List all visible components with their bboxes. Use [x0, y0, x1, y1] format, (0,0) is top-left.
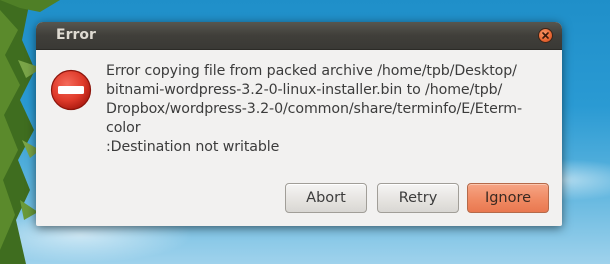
- close-icon: [542, 32, 549, 39]
- error-message: Error copying file from packed archive /…: [106, 63, 522, 155]
- abort-button[interactable]: Abort: [285, 183, 367, 213]
- error-icon: [50, 69, 92, 111]
- error-dialog: Error Error copying file from packed arc…: [36, 22, 562, 226]
- dialog-title: Error: [56, 27, 96, 43]
- ignore-button[interactable]: Ignore: [467, 183, 549, 213]
- close-button[interactable]: [538, 28, 553, 43]
- retry-button[interactable]: Retry: [377, 183, 459, 213]
- desktop-background: Error Error copying file from packed arc…: [0, 0, 610, 264]
- dialog-titlebar: Error: [36, 22, 562, 50]
